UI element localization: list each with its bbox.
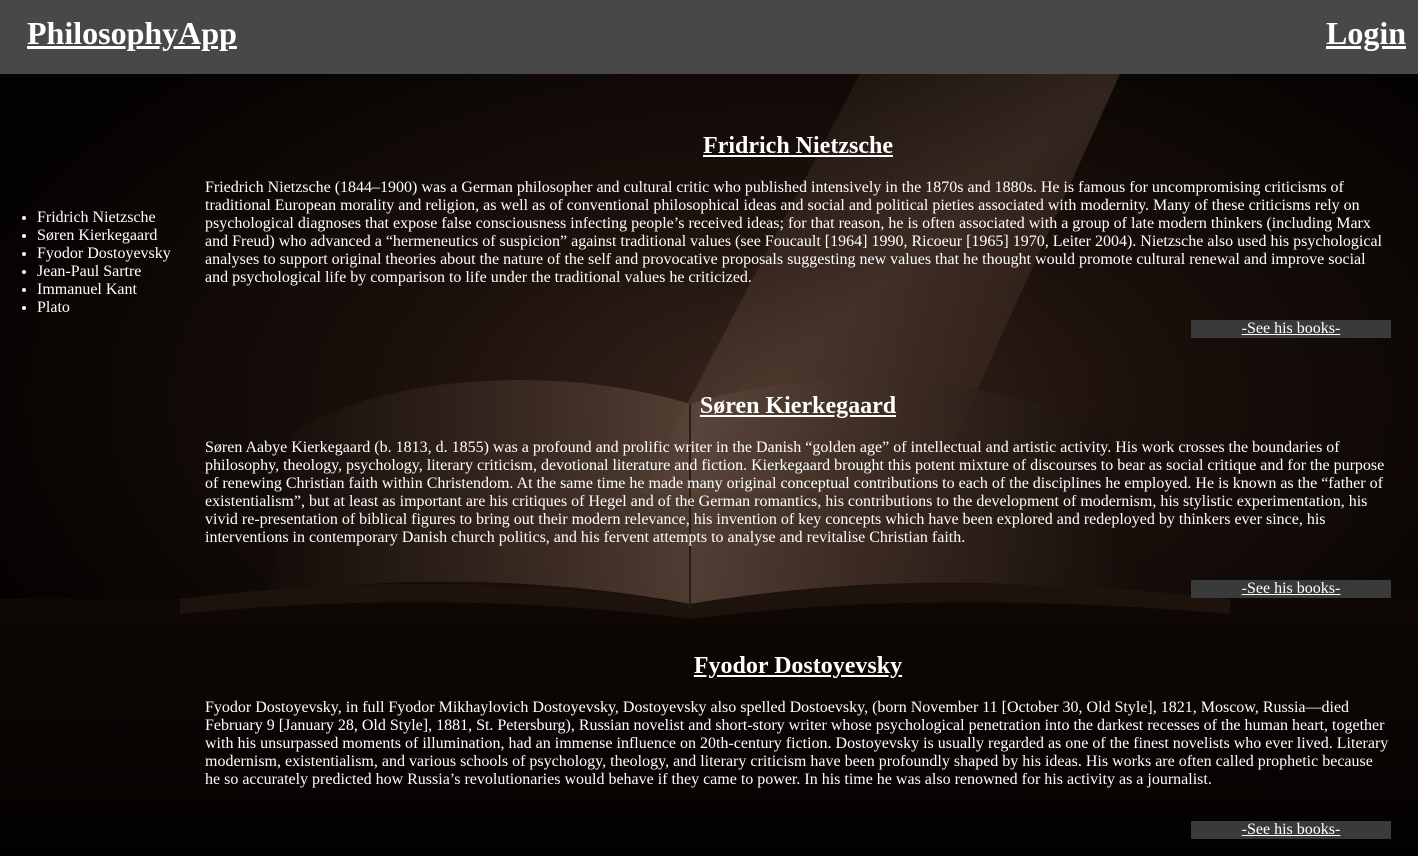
philosopher-sidebar: Fridrich Nietzsche Søren Kierkegaard Fyo… [0,209,190,317]
philosopher-title-link[interactable]: Fridrich Nietzsche [205,132,1391,160]
sidebar-item-sartre[interactable]: Jean-Paul Sartre [37,263,190,281]
sidebar-item-nietzsche[interactable]: Fridrich Nietzsche [37,209,190,227]
sidebar-item-kant[interactable]: Immanuel Kant [37,281,190,299]
philosopher-description: Søren Aabye Kierkegaard (b. 1813, d. 185… [205,439,1385,546]
sidebar-item-dostoyevsky[interactable]: Fyodor Dostoyevsky [37,245,190,263]
philosopher-list: Fridrich Nietzsche Søren Kierkegaard Fyo… [0,209,190,317]
see-books-button[interactable]: -See his books- [1191,580,1391,598]
see-books-button[interactable]: -See his books- [1191,320,1391,338]
philosopher-title-link[interactable]: Søren Kierkegaard [205,392,1391,420]
login-link[interactable]: Login [1326,14,1406,52]
see-books-button[interactable]: -See his books- [1191,821,1391,839]
sidebar-item-plato[interactable]: Plato [37,299,190,317]
top-navbar: PhilosophyApp Login [0,0,1418,74]
sidebar-item-kierkegaard[interactable]: Søren Kierkegaard [37,227,190,245]
philosopher-description: Fyodor Dostoyevsky, in full Fyodor Mikha… [205,699,1389,788]
brand-link[interactable]: PhilosophyApp [27,14,237,52]
philosopher-title-link[interactable]: Fyodor Dostoyevsky [205,652,1391,680]
philosopher-description: Friedrich Nietzsche (1844–1900) was a Ge… [205,179,1382,286]
